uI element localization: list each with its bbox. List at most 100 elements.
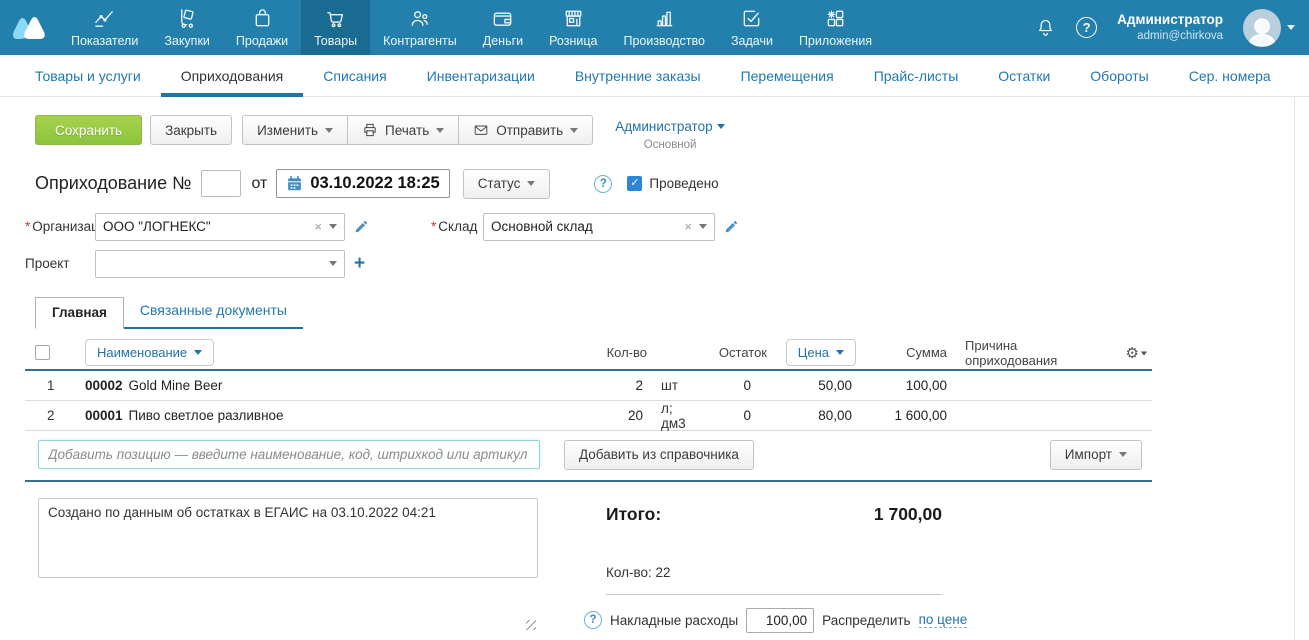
warehouse-label: *Склад — [431, 219, 483, 234]
add-from-catalog-button[interactable]: Добавить из справочника — [564, 440, 754, 470]
calendar-icon — [286, 175, 303, 192]
table-row[interactable]: 2 00001Пиво светлое разливное 20 л; дм3 … — [25, 401, 1152, 431]
subnav-item-oboroty[interactable]: Обороты — [1070, 55, 1168, 96]
nav-item-dengi[interactable]: Деньги — [470, 0, 536, 55]
tab-linked-documents[interactable]: Связанные документы — [124, 295, 303, 329]
scrollbar-track[interactable] — [1294, 97, 1295, 640]
subnav-item-spisaniya[interactable]: Списания — [303, 55, 406, 96]
subnav-item-inventarizacii[interactable]: Инвентаризации — [407, 55, 555, 96]
warehouse-select[interactable]: Основной склад × — [483, 213, 715, 241]
subnav-item-vnutrennie-zakazy[interactable]: Внутренние заказы — [555, 55, 721, 96]
project-select[interactable] — [95, 250, 345, 278]
caret-down-icon — [836, 350, 844, 355]
subnav-item-ostatki[interactable]: Остатки — [978, 55, 1070, 96]
line-chart-icon — [93, 7, 116, 30]
add-project-icon[interactable]: + — [354, 254, 365, 273]
nav-item-zakupki[interactable]: Закупки — [151, 0, 223, 55]
status-button[interactable]: Статус — [463, 169, 551, 199]
edit-warehouse-pencil-icon[interactable] — [724, 219, 739, 234]
add-position-input[interactable] — [38, 440, 540, 469]
totals-block: Итого: 1 700,00 Кол-во: 22 ? Накладные р… — [584, 498, 942, 633]
topbar-right: ? Администратор admin@chirkova — [1035, 0, 1309, 55]
document-date: 03.10.2022 18:25 — [310, 174, 439, 193]
send-button[interactable]: Отправить — [458, 115, 593, 145]
resize-handle[interactable] — [526, 620, 536, 630]
user-menu[interactable] — [1243, 9, 1295, 47]
nav-item-proizvodstvo[interactable]: Производство — [610, 0, 718, 55]
avatar — [1243, 9, 1281, 47]
subnav-item-prajs-listy[interactable]: Прайс-листы — [854, 55, 979, 96]
clear-icon[interactable]: × — [684, 219, 692, 234]
print-button[interactable]: Печать — [347, 115, 459, 145]
nav-label: Приложения — [799, 34, 872, 48]
row-price: 80,00 — [775, 408, 860, 423]
nav-label: Производство — [623, 34, 705, 48]
nav-item-tovary[interactable]: Товары — [301, 0, 370, 55]
bell-icon[interactable] — [1035, 17, 1056, 38]
edit-button[interactable]: Изменить — [242, 115, 348, 145]
table-row[interactable]: 1 00002Gold Mine Beer 2 шт 0 50,00 100,0… — [25, 371, 1152, 401]
gear-icon: ⚙ — [1126, 345, 1139, 362]
nav-item-kontragenty[interactable]: Контрагенты — [370, 0, 470, 55]
subnav-item-tovary-i-uslugi[interactable]: Товары и услуги — [15, 55, 161, 96]
people-icon — [408, 7, 431, 30]
close-button[interactable]: Закрыть — [150, 115, 232, 145]
nav-item-prilozheniya[interactable]: Приложения — [786, 0, 885, 55]
storefront-icon — [562, 7, 585, 30]
product-code: 00001 — [85, 408, 123, 423]
approved-help-icon[interactable]: ? — [594, 175, 612, 193]
document-number-input[interactable] — [201, 170, 241, 197]
clear-icon[interactable]: × — [314, 219, 322, 234]
overhead-input[interactable] — [746, 608, 814, 633]
edit-organization-pencil-icon[interactable] — [354, 219, 369, 234]
comment-textarea[interactable]: Создано по данным об остатках в ЕГАИС на… — [38, 498, 538, 578]
caret-down-icon — [329, 261, 337, 266]
column-settings-button[interactable]: ⚙ — [1107, 344, 1152, 362]
product-code: 00002 — [85, 378, 123, 393]
employee-selector[interactable]: Администратор Основной — [615, 115, 725, 153]
sum-column-header: Сумма — [860, 345, 955, 360]
from-label: от — [251, 175, 267, 193]
caret-down-icon — [527, 181, 535, 186]
totals-separator — [606, 594, 942, 595]
print-label: Печать — [385, 123, 429, 138]
overhead-help-icon[interactable]: ? — [584, 611, 602, 629]
document-date-picker[interactable]: 03.10.2022 18:25 — [276, 169, 449, 198]
topbar: Показатели Закупки Продажи Товары Контра… — [0, 0, 1309, 55]
document-footer: Создано по данным об остатках в ЕГАИС на… — [38, 498, 1309, 633]
help-icon[interactable]: ? — [1076, 17, 1097, 38]
price-column-button[interactable]: Цена — [786, 339, 856, 366]
user-block[interactable]: Администратор admin@chirkova — [1117, 12, 1223, 43]
comment-wrap: Создано по данным об остатках в ЕГАИС на… — [38, 498, 538, 633]
subnav-item-peremescheniya[interactable]: Перемещения — [721, 55, 854, 96]
nav-item-pokazateli[interactable]: Показатели — [58, 0, 151, 55]
row-qty: 20 — [585, 408, 655, 423]
nav-item-zadachi[interactable]: Задачи — [718, 0, 786, 55]
caret-down-icon — [717, 124, 725, 129]
tab-main[interactable]: Главная — [35, 297, 124, 329]
total-value: 1 700,00 — [874, 504, 942, 525]
subnav: Товары и услуги Оприходования Списания И… — [0, 55, 1309, 97]
user-email: admin@chirkova — [1117, 29, 1223, 43]
subnav-item-oprihodovaniya[interactable]: Оприходования — [161, 55, 304, 96]
caret-down-icon — [325, 128, 333, 133]
approved-checkbox[interactable]: ✓ — [627, 176, 642, 191]
import-label: Импорт — [1065, 447, 1112, 462]
save-button[interactable]: Сохранить — [35, 115, 142, 145]
approved-label: Проведено — [649, 176, 718, 191]
moysklad-logo[interactable] — [0, 0, 58, 55]
shopping-cart-icon — [324, 7, 347, 30]
positions-table: Наименование Кол-во Остаток Цена Сумма П… — [25, 337, 1152, 431]
nav-item-prodazhi[interactable]: Продажи — [223, 0, 301, 55]
name-column-button[interactable]: Наименование — [85, 339, 214, 366]
select-all-checkbox[interactable] — [35, 345, 50, 360]
product-name: Пиво светлое разливное — [129, 408, 284, 423]
nav-label: Показатели — [71, 34, 138, 48]
subnav-item-ser-nomera[interactable]: Сер. номера — [1169, 55, 1291, 96]
status-label: Статус — [478, 176, 521, 191]
person-icon — [1243, 12, 1281, 47]
organization-select[interactable]: ООО "ЛОГНЕКС" × — [95, 213, 345, 241]
distribute-by-price-link[interactable]: по цене — [919, 612, 968, 628]
import-button[interactable]: Импорт — [1050, 440, 1142, 470]
nav-item-roznitsa[interactable]: Розница — [536, 0, 610, 55]
